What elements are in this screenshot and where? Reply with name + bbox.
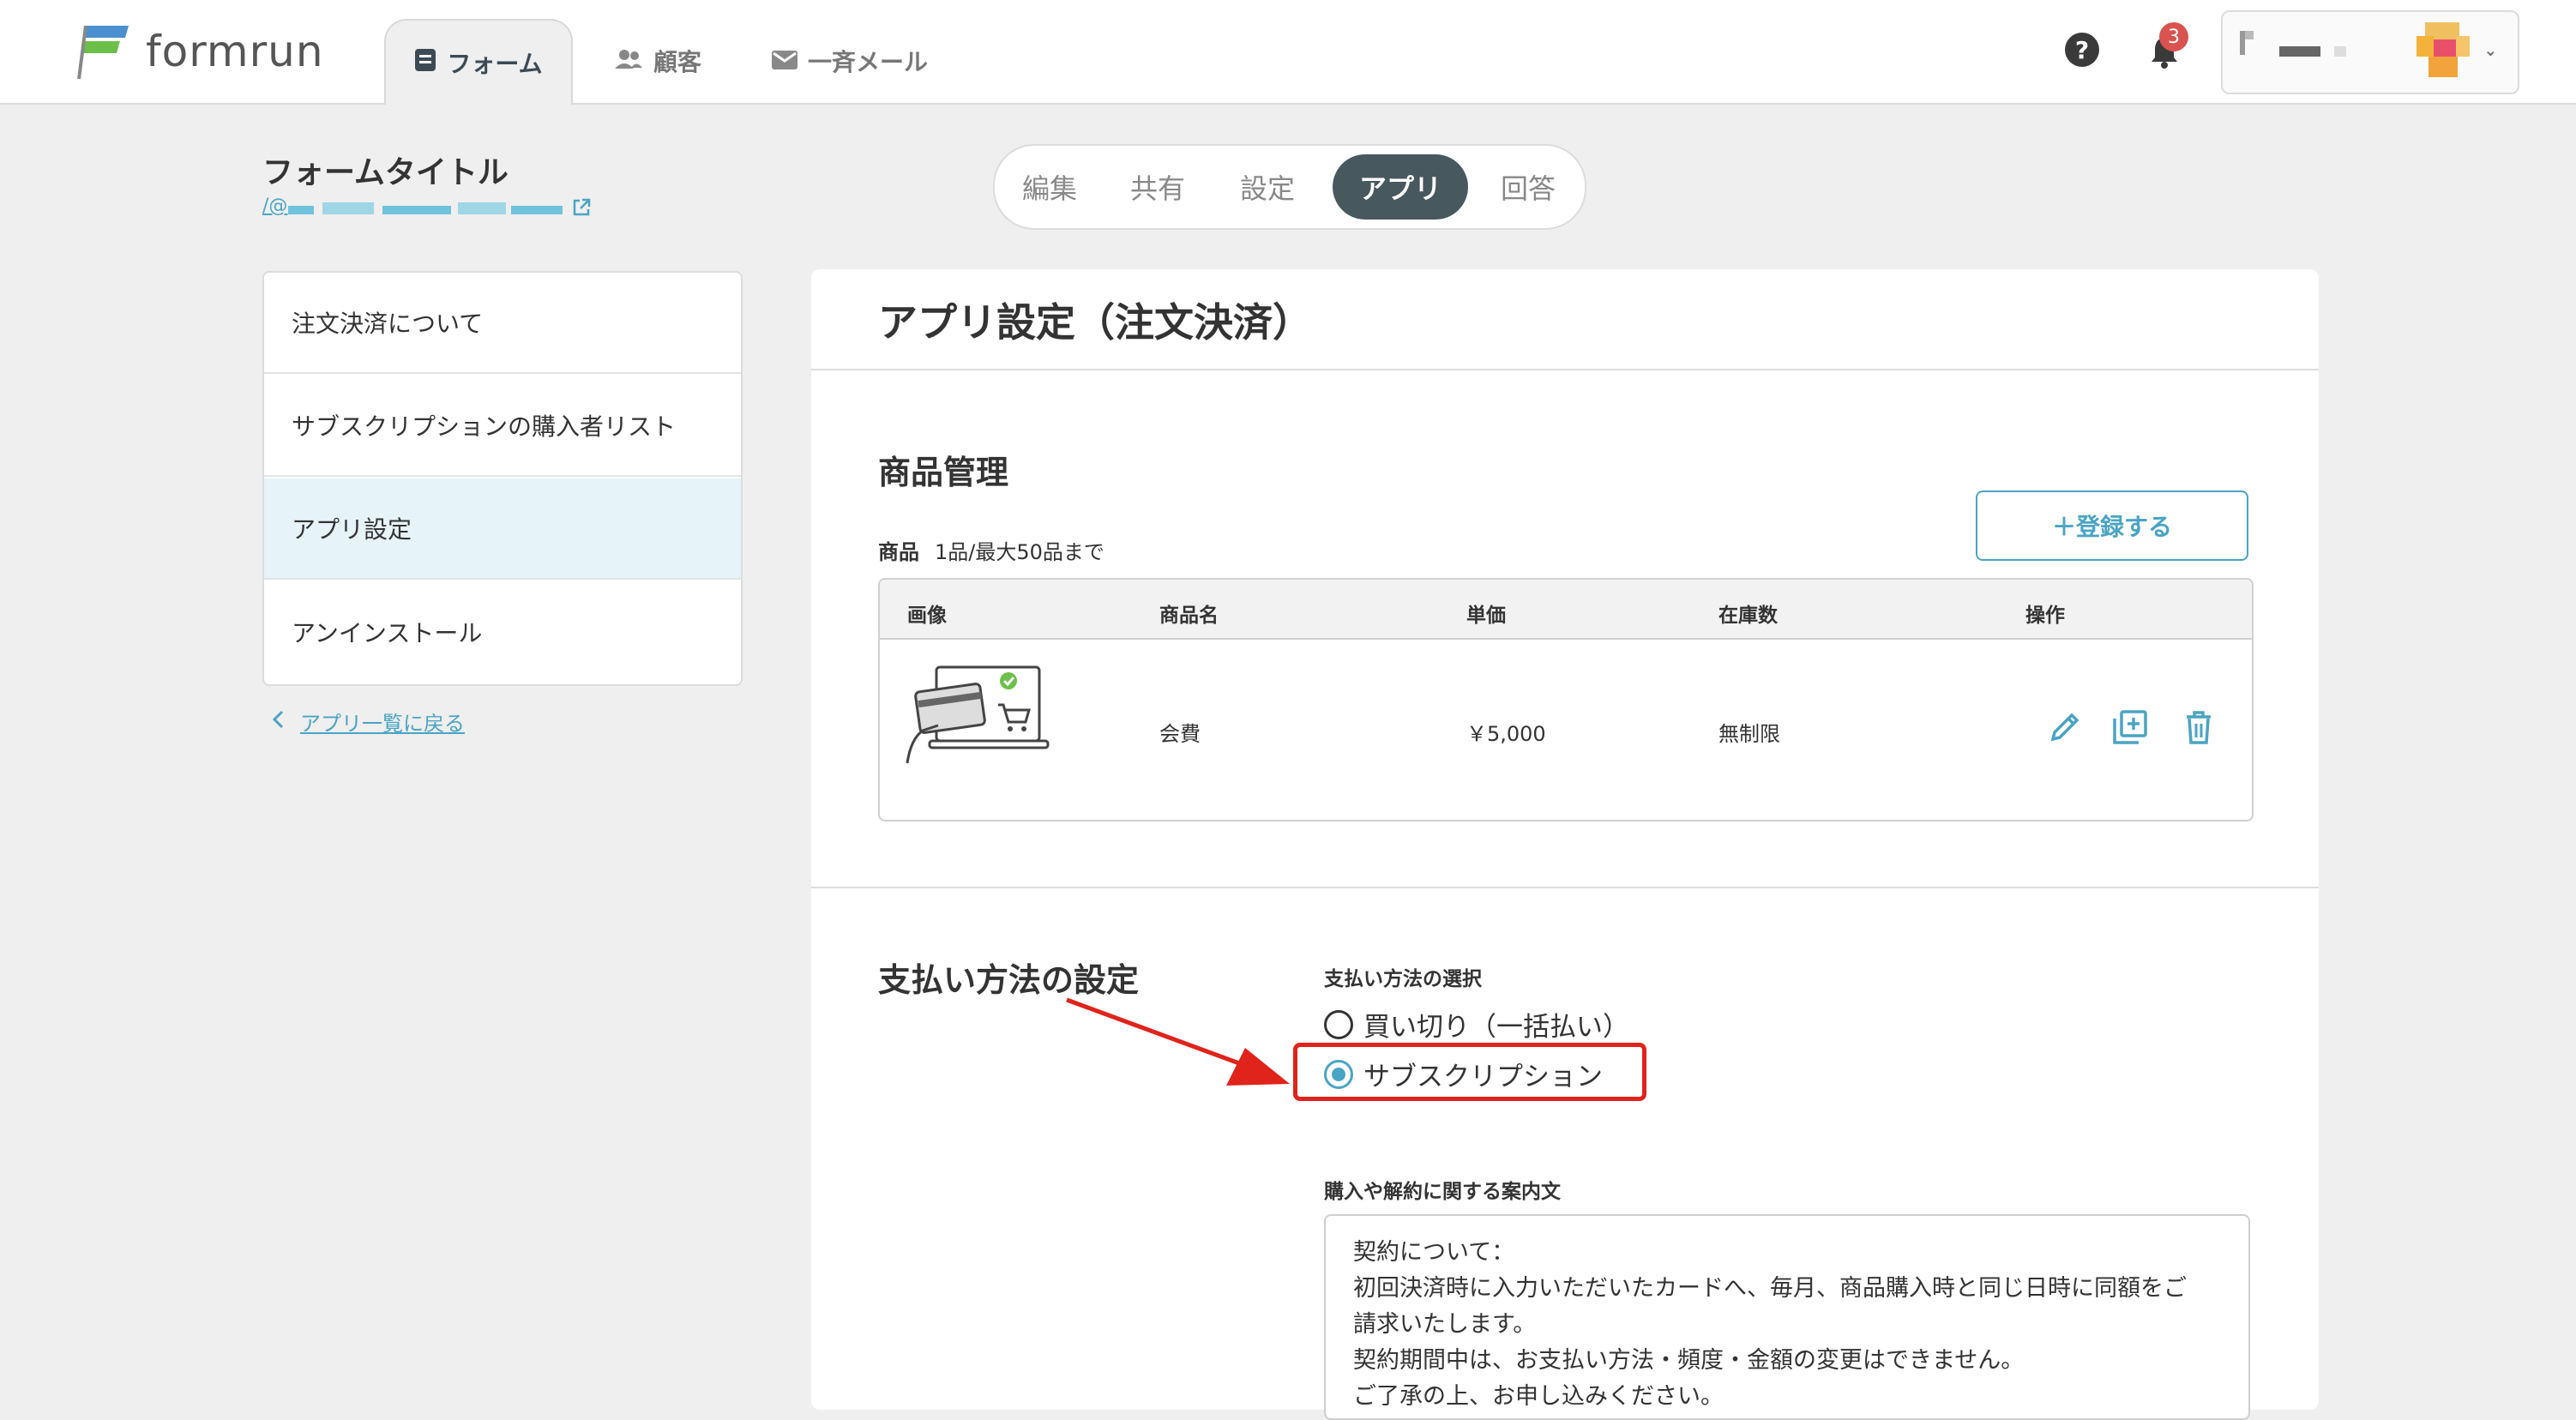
- back-to-apps-link[interactable]: アプリ一覧に戻る: [271, 707, 465, 737]
- column-price: 単価: [1466, 605, 1506, 627]
- edit-icon[interactable]: [2044, 707, 2085, 748]
- notification-badge: 3: [2159, 22, 2188, 51]
- radio-unchecked-icon[interactable]: [1324, 1009, 1353, 1039]
- guide-line: 契約について：: [1353, 1239, 1515, 1266]
- nav-tab-label: 顧客: [653, 48, 702, 76]
- column-stock: 在庫数: [1718, 605, 1778, 627]
- guide-text-label: 購入や解約に関する案内文: [1324, 1181, 1561, 1203]
- mail-icon: [772, 47, 797, 75]
- sidebar-item-about-payment[interactable]: 注文決済について: [264, 273, 741, 374]
- product-management-title: 商品管理: [878, 454, 1009, 491]
- nav-tab-label: フォーム: [447, 50, 543, 78]
- highlight-box: [1293, 1043, 1646, 1101]
- nav-tab-label: 一斉メール: [808, 48, 929, 76]
- guide-line: 初回決済時に入力いただいたカードへ、毎月、商品購入時と同じ日時に同額をご: [1353, 1275, 2187, 1302]
- product-image: [904, 662, 1051, 765]
- logo-text: formrun: [146, 27, 324, 76]
- external-link-icon: [571, 197, 592, 218]
- formrun-logo-icon: [77, 25, 129, 80]
- chevron-down-icon: ⌄: [2483, 39, 2498, 60]
- form-url-prefix: /@: [262, 196, 288, 217]
- avatar: [2417, 22, 2471, 77]
- account-menu[interactable]: ⌄: [2221, 10, 2519, 94]
- duplicate-icon[interactable]: [2110, 707, 2151, 748]
- tab-share[interactable]: 共有: [1115, 154, 1201, 220]
- radio-one-time-payment[interactable]: 買い切り（一括払い）: [1324, 1005, 1629, 1044]
- form-subtabs: 編集 共有 設定 アプリ 回答: [993, 144, 1586, 230]
- nav-tab-form[interactable]: フォーム: [384, 19, 573, 105]
- payment-method-label: 支払い方法の選択: [1324, 968, 1482, 990]
- payment-settings-title: 支払い方法の設定: [878, 961, 1140, 999]
- column-image: 画像: [907, 605, 947, 627]
- sidebar-item-app-settings[interactable]: アプリ設定: [264, 478, 741, 580]
- guide-line: 契約期間中は、お支払い方法・頻度・金額の変更はできません。: [1353, 1347, 2025, 1374]
- chevron-left-icon: [271, 710, 285, 734]
- formrun-logo[interactable]: formrun: [77, 17, 324, 86]
- form-title: フォームタイトル: [262, 155, 509, 190]
- tab-edit[interactable]: 編集: [1007, 154, 1092, 220]
- help-icon[interactable]: ?: [2065, 33, 2099, 67]
- radio-label: 買い切り（一括払い）: [1363, 1012, 1629, 1043]
- table-header: 画像 商品名 単価 在庫数 操作: [880, 580, 2252, 640]
- section-divider: [811, 887, 2319, 888]
- tab-responses[interactable]: 回答: [1485, 154, 1571, 220]
- sidebar-item-uninstall[interactable]: アンインストール: [264, 581, 741, 683]
- column-actions: 操作: [2025, 605, 2065, 627]
- product-caption-limit: 1品/最大50品まで: [935, 540, 1104, 564]
- back-link-label: アプリ一覧に戻る: [300, 712, 465, 736]
- nav-tab-bulk-mail[interactable]: 一斉メール: [772, 19, 928, 103]
- people-icon: [614, 47, 643, 75]
- guide-line: 請求いたします。: [1353, 1311, 1537, 1338]
- guide-textarea[interactable]: 契約について： 初回決済時に入力いただいたカードへ、毎月、商品購入時と同じ日時に…: [1324, 1214, 2250, 1420]
- app-sidebar: 注文決済について サブスクリプションの購入者リスト アプリ設定 アンインストール: [262, 271, 743, 686]
- product-name: 会費: [1159, 722, 1201, 746]
- column-name: 商品名: [1159, 605, 1219, 627]
- form-url-link[interactable]: /@: [262, 196, 597, 221]
- sidebar-item-subscriber-list[interactable]: サブスクリプションの購入者リスト: [264, 376, 741, 477]
- product-table: 画像 商品名 単価 在庫数 操作 会費 ￥5,000 無制限: [878, 578, 2254, 821]
- delete-icon[interactable]: [2178, 707, 2219, 748]
- account-name-redacted: [2279, 46, 2320, 57]
- product-price: ￥5,000: [1466, 722, 1546, 746]
- product-caption-label: 商品: [878, 540, 919, 564]
- title-divider: [811, 369, 2319, 370]
- register-product-button[interactable]: ＋登録する: [1976, 490, 2248, 561]
- form-icon: [414, 48, 436, 78]
- tab-apps[interactable]: アプリ: [1333, 154, 1468, 220]
- product-stock: 無制限: [1718, 722, 1780, 746]
- product-caption: 商品 1品/最大50品まで: [878, 535, 1104, 565]
- nav-tab-customers[interactable]: 顧客: [614, 19, 701, 103]
- pointer-arrow: [1066, 997, 1290, 1086]
- guide-line: ご了承の上、お申し込みください。: [1353, 1383, 1724, 1410]
- page-title: アプリ設定（注文決済）: [878, 299, 1312, 346]
- tab-settings[interactable]: 設定: [1225, 154, 1310, 220]
